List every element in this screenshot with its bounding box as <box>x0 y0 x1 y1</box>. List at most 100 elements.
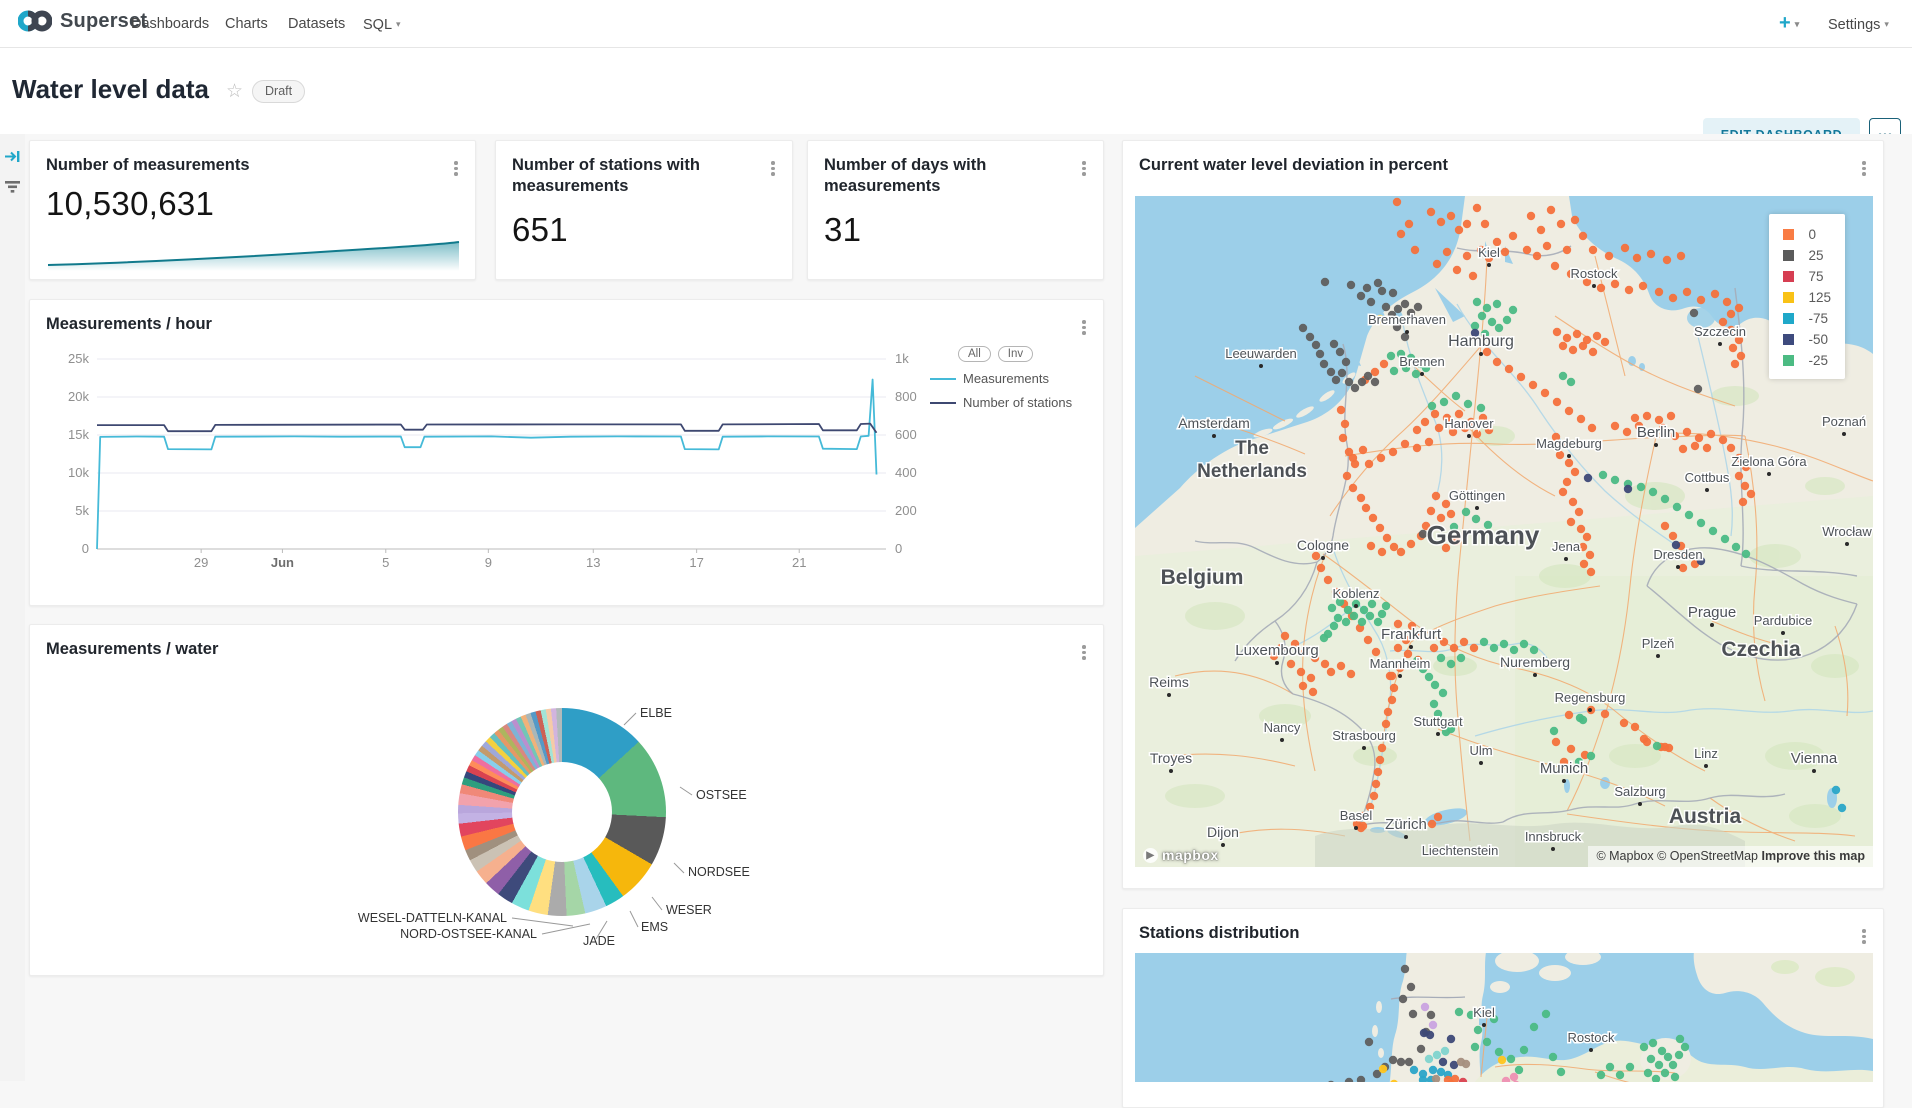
svg-text:Salzburg: Salzburg <box>1614 784 1665 799</box>
svg-text:Mannheim: Mannheim <box>1370 656 1431 671</box>
svg-text:21: 21 <box>792 555 806 570</box>
improve-map-link[interactable]: Improve this map <box>1762 849 1866 863</box>
svg-text:Munich: Munich <box>1540 760 1588 777</box>
svg-text:Austria: Austria <box>1669 805 1742 828</box>
settings-menu[interactable]: Settings▾ <box>1828 0 1889 48</box>
chart-legend: All Inv Measurements Number of stations <box>930 346 1102 410</box>
nav-sql[interactable]: SQL▾ <box>363 0 401 48</box>
map-legend-item[interactable]: -75 <box>1783 308 1831 329</box>
map-legend-item[interactable]: 25 <box>1783 245 1831 266</box>
card-title: Number of days with measurements <box>824 155 1034 197</box>
card-number-of-measurements: Number of measurements 10,530,631 <box>29 140 476 280</box>
svg-text:Netherlands: Netherlands <box>1197 461 1307 482</box>
chevron-down-icon: ▾ <box>1795 1 1800 47</box>
svg-text:13: 13 <box>586 555 600 570</box>
superset-logo[interactable]: Superset <box>18 8 147 34</box>
card-menu-kebab-icon[interactable] <box>1857 927 1871 945</box>
svg-text:Berlin: Berlin <box>1637 424 1675 441</box>
svg-text:5: 5 <box>382 555 389 570</box>
nav-charts[interactable]: Charts <box>225 0 268 48</box>
svg-text:Göttingen: Göttingen <box>1449 488 1505 503</box>
svg-text:Jun: Jun <box>271 555 294 570</box>
svg-text:400: 400 <box>895 465 917 480</box>
svg-text:Jena: Jena <box>1552 539 1581 554</box>
big-number-value: 651 <box>512 211 568 249</box>
svg-text:Liechtenstein: Liechtenstein <box>1422 843 1499 858</box>
map-legend-item[interactable]: 125 <box>1783 287 1831 308</box>
svg-text:Belgium: Belgium <box>1161 566 1244 589</box>
svg-text:Frankfurt: Frankfurt <box>1381 626 1442 643</box>
legend-all-button[interactable]: All <box>958 346 991 362</box>
svg-text:Troyes: Troyes <box>1150 750 1192 766</box>
svg-text:25k: 25k <box>68 351 89 366</box>
superset-infinity-icon <box>18 8 52 34</box>
stations-map[interactable]: KielRostock <box>1135 953 1873 1082</box>
svg-text:800: 800 <box>895 389 917 404</box>
expand-filter-bar-icon[interactable] <box>4 148 21 165</box>
svg-text:20k: 20k <box>68 389 89 404</box>
nav-dashboards[interactable]: Dashboards <box>131 0 209 48</box>
svg-text:Reims: Reims <box>1149 674 1189 690</box>
legend-item-measurements[interactable]: Measurements <box>930 371 1102 386</box>
card-menu-kebab-icon[interactable] <box>766 159 780 177</box>
svg-text:Hanover: Hanover <box>1444 416 1494 431</box>
svg-text:Plzeň: Plzeň <box>1642 636 1675 651</box>
filter-icon[interactable] <box>4 178 21 195</box>
svg-text:Koblenz: Koblenz <box>1333 586 1380 601</box>
card-menu-kebab-icon[interactable] <box>1857 159 1871 177</box>
top-navbar: Superset Dashboards Charts Datasets SQL▾… <box>0 0 1912 48</box>
card-menu-kebab-icon[interactable] <box>1077 643 1091 661</box>
page-title: Water level data <box>12 74 209 105</box>
chart-title: Stations distribution <box>1139 923 1299 944</box>
svg-text:0: 0 <box>895 541 902 556</box>
svg-text:Cologne: Cologne <box>1297 537 1349 553</box>
svg-text:Leeuwarden: Leeuwarden <box>1225 346 1297 361</box>
svg-text:600: 600 <box>895 427 917 442</box>
svg-text:Cottbus: Cottbus <box>1685 470 1730 485</box>
svg-text:ELBE: ELBE <box>640 706 672 720</box>
svg-text:JADE: JADE <box>583 934 615 948</box>
chevron-down-icon: ▾ <box>396 0 401 48</box>
trendline-sparkline <box>46 237 461 273</box>
svg-text:29: 29 <box>194 555 208 570</box>
map-legend-item[interactable]: -50 <box>1783 329 1831 350</box>
map-legend-item[interactable]: 0 <box>1783 224 1831 245</box>
legend-inv-button[interactable]: Inv <box>998 346 1033 362</box>
map-legend-item[interactable]: 75 <box>1783 266 1831 287</box>
favorite-star-icon[interactable]: ☆ <box>226 80 243 103</box>
svg-text:WESER: WESER <box>666 903 712 917</box>
card-menu-kebab-icon[interactable] <box>1077 159 1091 177</box>
svg-text:Zielona Góra: Zielona Góra <box>1731 454 1807 469</box>
deviation-map[interactable]: Leeuwarden Amsterdam Hanover Magdeburg Berli… <box>1135 196 1873 867</box>
map-legend-item[interactable]: -25 <box>1783 350 1831 371</box>
map-attribution: © Mapbox © OpenStreetMap Improve this ma… <box>1588 846 1873 867</box>
svg-text:Vienna: Vienna <box>1791 750 1838 767</box>
big-number-value: 10,530,631 <box>46 185 214 223</box>
map-color-legend: 02575125-75-50-25 <box>1769 214 1845 379</box>
card-measurements-per-water: Measurements / water ELBEOSTSEENORDSEEWE… <box>29 624 1104 976</box>
mapbox-logo[interactable]: ▶mapbox <box>1143 847 1219 863</box>
svg-text:Linz: Linz <box>1694 746 1718 761</box>
card-measurements-per-hour: Measurements / hour 005k20010k40015k6002… <box>29 299 1104 606</box>
svg-text:9: 9 <box>485 555 492 570</box>
svg-text:Stuttgart: Stuttgart <box>1413 714 1463 729</box>
svg-text:Amsterdam: Amsterdam <box>1178 415 1250 431</box>
chart-title: Measurements / water <box>46 639 218 660</box>
svg-text:Prague: Prague <box>1688 604 1736 621</box>
donut-hole <box>512 762 612 862</box>
svg-text:0: 0 <box>82 541 89 556</box>
legend-item-number-of-stations[interactable]: Number of stations <box>930 395 1102 410</box>
svg-text:Pardubice: Pardubice <box>1754 613 1813 628</box>
svg-text:15k: 15k <box>68 427 89 442</box>
svg-text:OSTSEE: OSTSEE <box>696 788 747 802</box>
svg-text:Magdeburg: Magdeburg <box>1536 436 1602 451</box>
nav-datasets[interactable]: Datasets <box>288 0 345 48</box>
svg-text:Rostock: Rostock <box>1571 266 1618 281</box>
card-water-level-deviation-map: Current water level deviation in percent <box>1122 140 1884 889</box>
svg-text:Germany: Germany <box>1427 520 1540 550</box>
card-menu-kebab-icon[interactable] <box>449 159 463 177</box>
svg-text:Bremerhaven: Bremerhaven <box>1368 312 1446 327</box>
new-item-button[interactable]: +▾ <box>1779 0 1799 48</box>
dashboard-header: Water level data ☆ Draft EDIT DASHBOARD … <box>0 48 1912 134</box>
card-title: Number of stations with measurements <box>512 155 742 197</box>
